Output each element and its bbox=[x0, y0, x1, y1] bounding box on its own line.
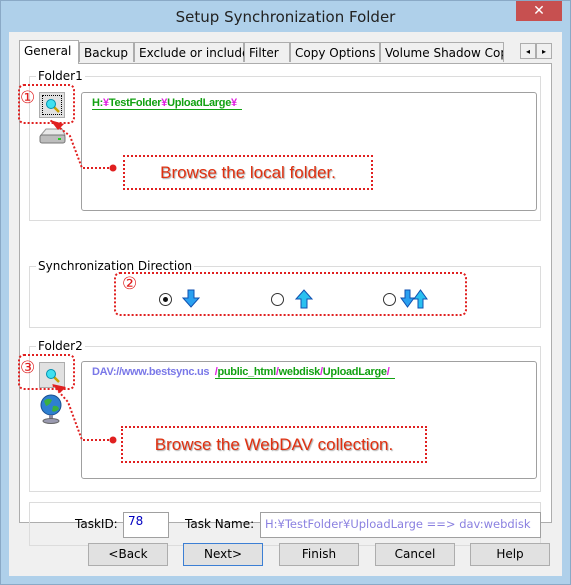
dialog-window: Setup Synchronization Folder ✕ General B… bbox=[0, 0, 571, 585]
tab-panel-general: Folder1 H:¥TestFolder¥UploadLarge¥ ① Bro… bbox=[18, 63, 552, 546]
close-button[interactable]: ✕ bbox=[516, 1, 562, 21]
tab-scroll-right-icon: ▸ bbox=[541, 47, 546, 56]
tab-copy-options[interactable]: Copy Options bbox=[290, 42, 380, 62]
task-id-field[interactable]: 78 bbox=[123, 512, 169, 538]
arrows-both-icon bbox=[400, 289, 428, 309]
tab-scroll-left-icon: ◂ bbox=[525, 47, 530, 56]
tab-backup[interactable]: Backup bbox=[79, 42, 134, 62]
path-segment: public_html bbox=[217, 366, 276, 378]
direction-download-radio[interactable] bbox=[159, 293, 172, 306]
tab-scroll-right-button[interactable]: ▸ bbox=[536, 43, 552, 59]
tab-scroll-left-button[interactable]: ◂ bbox=[520, 43, 536, 59]
path-separator: / bbox=[386, 366, 390, 378]
folder1-path-box[interactable]: H:¥TestFolder¥UploadLarge¥ bbox=[81, 92, 537, 211]
task-id-label: TaskID: bbox=[75, 517, 118, 531]
window-title: Setup Synchronization Folder bbox=[175, 8, 396, 26]
help-button[interactable]: Help bbox=[470, 543, 550, 566]
path-segment: UploadLarge bbox=[322, 366, 387, 378]
dialog-client: General Backup Exclude or include Filter… bbox=[9, 32, 562, 576]
tab-filter[interactable]: Filter bbox=[244, 42, 290, 62]
back-button[interactable]: <Back bbox=[88, 543, 168, 566]
finish-button[interactable]: Finish bbox=[279, 543, 359, 566]
tab-exclude-include[interactable]: Exclude or include bbox=[134, 42, 249, 62]
path-segment: webdisk bbox=[278, 366, 321, 378]
arrow-down-icon bbox=[181, 289, 201, 308]
direction-upload-radio[interactable] bbox=[271, 293, 284, 306]
tab-general[interactable]: General bbox=[19, 40, 79, 64]
tab-volume-shadow-copy[interactable]: Volume Shadow Copy bbox=[380, 42, 504, 62]
cancel-button[interactable]: Cancel bbox=[375, 543, 455, 566]
task-name-field[interactable]: H:¥TestFolder¥UploadLarge ==> dav:webdis… bbox=[260, 512, 541, 538]
arrow-up-icon bbox=[294, 289, 314, 309]
close-icon: ✕ bbox=[533, 3, 545, 19]
task-name-label: Task Name: bbox=[185, 517, 255, 531]
annotation-leader-3 bbox=[51, 383, 117, 444]
path-segment: UploadLarge bbox=[167, 97, 232, 109]
title-bar[interactable]: Setup Synchronization Folder ✕ bbox=[1, 1, 570, 33]
next-button[interactable]: Next> bbox=[183, 543, 263, 566]
folder1-callout: Browse the local folder. bbox=[123, 155, 373, 190]
direction-bidirectional-radio[interactable] bbox=[383, 293, 396, 306]
path-separator: ¥ bbox=[231, 97, 237, 109]
folder2-callout: Browse the WebDAV collection. bbox=[121, 426, 427, 463]
